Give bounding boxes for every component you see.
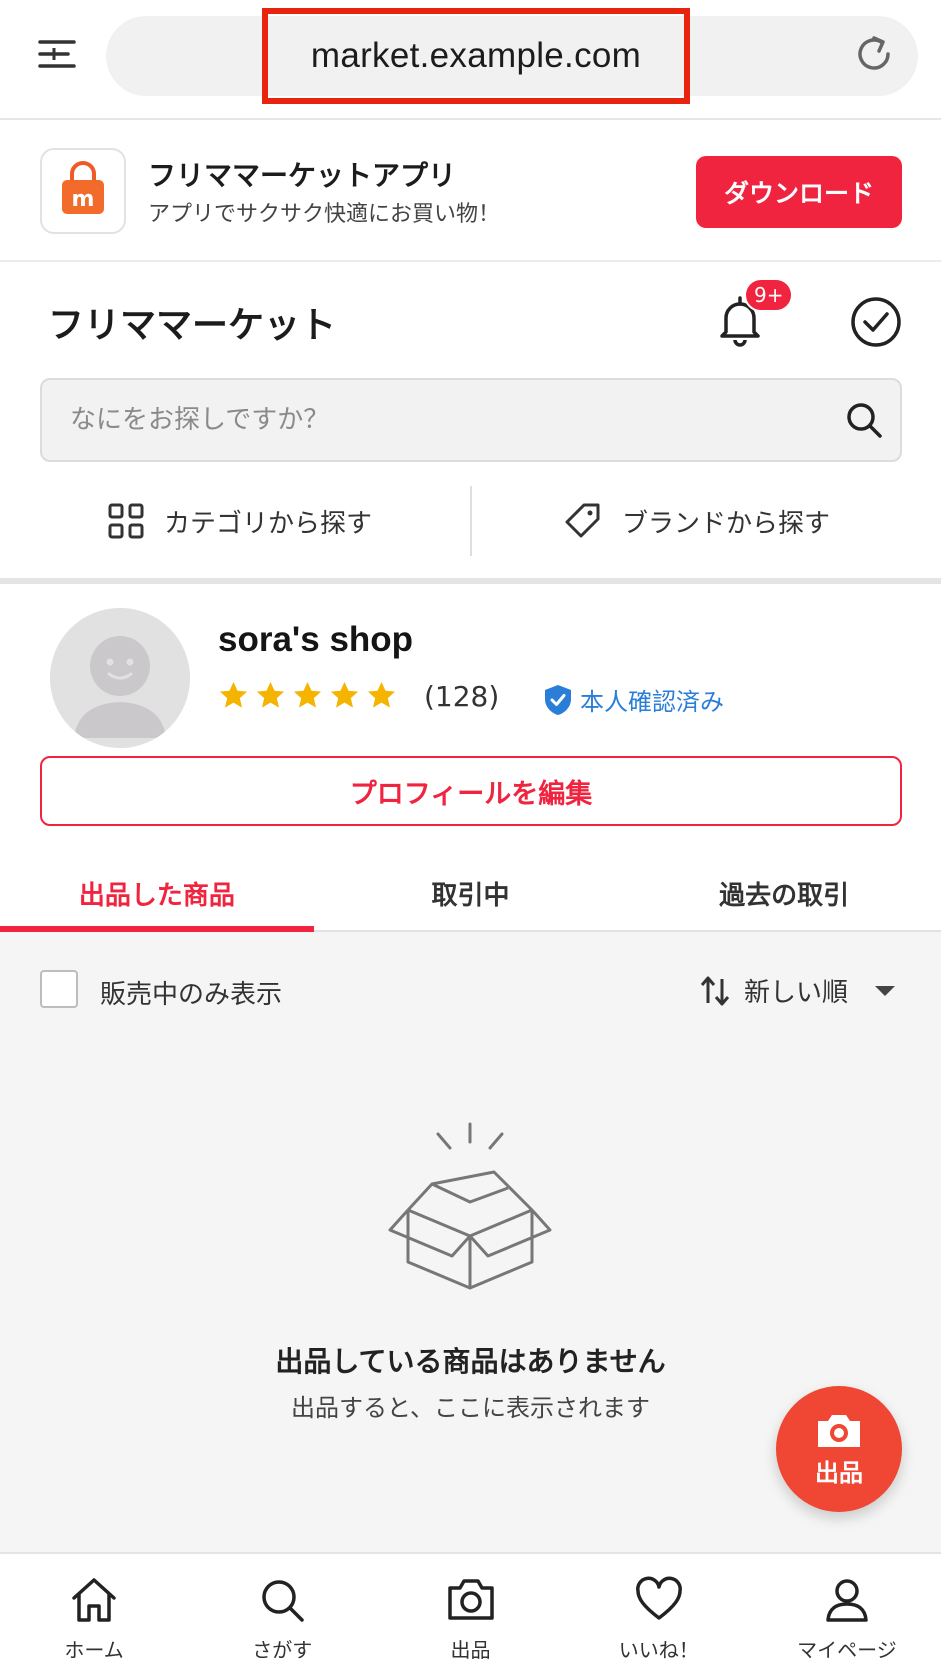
download-button[interactable]: ダウンロード — [696, 156, 902, 228]
browse-brand-label: ブランドから探す — [622, 508, 831, 539]
star-icon — [256, 681, 285, 708]
person-avatar-icon — [50, 608, 190, 748]
app-banner-title: フリママーケットアプリ — [148, 159, 457, 192]
sort-label: 新しい順 — [744, 978, 849, 1008]
verified-badge: 本人確認済み — [544, 682, 724, 717]
camera-icon — [447, 1579, 494, 1620]
search-icon[interactable] — [842, 398, 886, 442]
nav-search-label: さがす — [252, 1638, 313, 1662]
review-count[interactable]: (128) — [424, 680, 499, 713]
nav-likes[interactable]: いいね！ — [565, 1554, 753, 1672]
nav-sell-label: 出品 — [450, 1638, 491, 1662]
browse-divider — [470, 486, 472, 556]
chevron-down-icon — [875, 985, 896, 996]
rating-stars — [218, 680, 397, 711]
site-title[interactable]: フリママーケット — [48, 296, 336, 348]
tab-listed-items[interactable]: 出品した商品 — [0, 856, 314, 932]
bottom-nav: ホーム さがす 出品 いいね！ マイページ — [0, 1552, 941, 1672]
nav-likes-label: いいね！ — [618, 1638, 699, 1662]
empty-box-icon — [388, 1122, 552, 1290]
browse-by-brand[interactable]: ブランドから探す — [564, 486, 830, 556]
app-banner: m フリママーケットアプリ アプリでサクサク快適にお買い物！ ダウンロード — [0, 120, 941, 262]
nav-sell[interactable]: 出品 — [376, 1554, 564, 1672]
sort-arrows-icon — [700, 976, 730, 1005]
search-box — [40, 378, 902, 462]
avatar[interactable] — [50, 608, 190, 748]
person-icon — [826, 1579, 868, 1622]
home-icon — [72, 1578, 116, 1622]
browse-row: カテゴリから探す ブランドから探す — [0, 486, 941, 556]
todo-check-icon[interactable] — [850, 296, 902, 348]
tab-past-transactions[interactable]: 過去の取引 — [627, 856, 941, 930]
fab-label: 出品 — [815, 1458, 863, 1487]
listing-tabs: 出品した商品 取引中 過去の取引 — [0, 856, 941, 932]
app-icon: m — [40, 148, 126, 234]
menu-icon[interactable] — [38, 36, 78, 76]
app-banner-subtitle: アプリでサクサク快適にお買い物！ — [148, 202, 501, 227]
heart-icon — [635, 1576, 682, 1620]
star-icon — [330, 681, 359, 708]
notification-badge: 9+ — [744, 278, 794, 312]
on-sale-only-checkbox[interactable] — [40, 970, 78, 1008]
grid-icon — [108, 503, 144, 539]
verified-label: 本人確認済み — [580, 688, 724, 716]
browser-bar: market.example.com — [0, 0, 941, 120]
edit-profile-button[interactable]: プロフィールを編集 — [40, 756, 902, 826]
url-text[interactable]: market.example.com — [262, 8, 690, 104]
shopping-bag-icon: m — [62, 161, 104, 214]
search-icon — [262, 1580, 305, 1622]
section-separator — [0, 578, 941, 584]
nav-mypage[interactable]: マイページ — [753, 1554, 941, 1672]
shop-name: sora's shop — [218, 620, 414, 659]
camera-icon — [818, 1414, 860, 1447]
star-icon — [367, 681, 396, 708]
browse-by-category[interactable]: カテゴリから探す — [108, 486, 372, 556]
star-icon — [293, 681, 322, 708]
sell-fab-button[interactable]: 出品 — [776, 1386, 902, 1512]
sort-dropdown[interactable]: 新しい順 — [700, 972, 896, 1009]
empty-state-title: 出品している商品はありません — [275, 1345, 666, 1378]
search-input[interactable] — [70, 380, 830, 460]
shield-check-icon — [545, 684, 571, 715]
nav-home-label: ホーム — [64, 1638, 124, 1662]
star-icon — [219, 681, 248, 708]
nav-home[interactable]: ホーム — [0, 1554, 188, 1672]
reload-icon[interactable] — [852, 32, 896, 76]
browse-category-label: カテゴリから探す — [164, 508, 373, 539]
app-icon-letter: m — [72, 187, 95, 212]
tab-in-progress[interactable]: 取引中 — [314, 856, 628, 930]
on-sale-only-label[interactable]: 販売中のみ表示 — [100, 974, 282, 1011]
tag-icon — [565, 503, 600, 538]
nav-mypage-label: マイページ — [797, 1638, 897, 1662]
nav-search[interactable]: さがす — [188, 1554, 376, 1672]
